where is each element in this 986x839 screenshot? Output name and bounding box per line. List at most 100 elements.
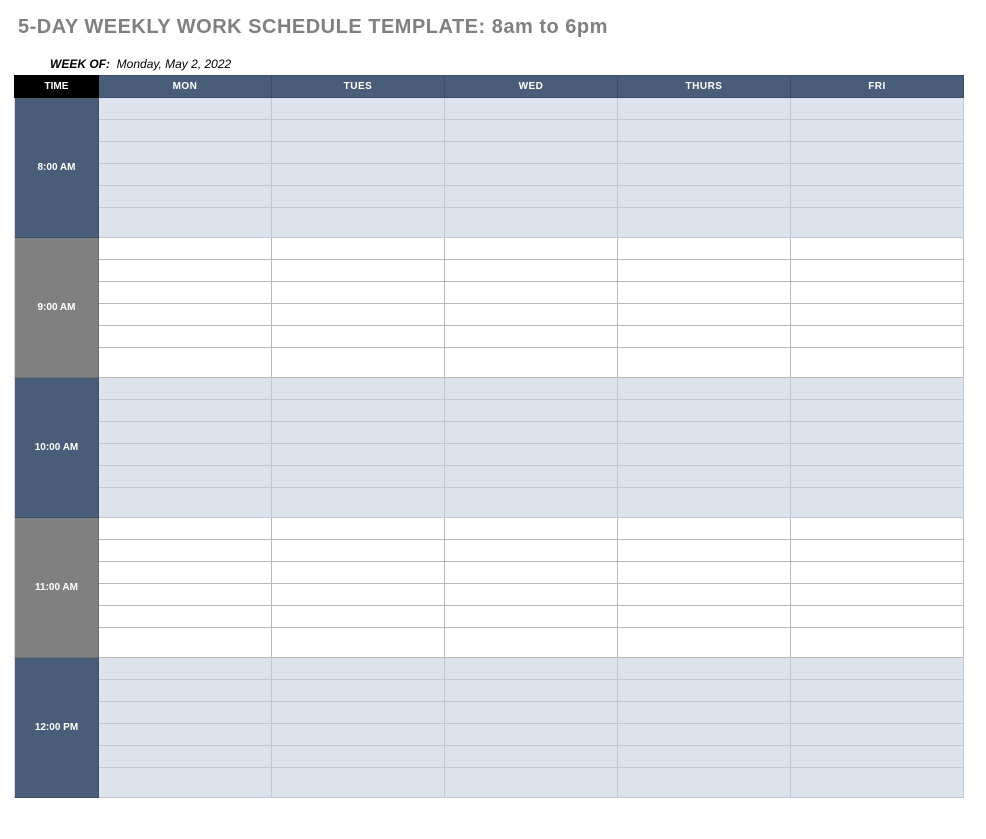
schedule-cell[interactable] [445,518,618,540]
schedule-cell[interactable] [618,584,791,606]
schedule-cell[interactable] [791,466,964,488]
schedule-cell[interactable] [272,658,445,680]
schedule-cell[interactable] [791,422,964,444]
schedule-cell[interactable] [445,98,618,120]
schedule-cell[interactable] [618,488,791,518]
schedule-cell[interactable] [618,658,791,680]
schedule-cell[interactable] [99,658,272,680]
schedule-cell[interactable] [445,768,618,798]
schedule-cell[interactable] [618,164,791,186]
schedule-cell[interactable] [618,768,791,798]
schedule-cell[interactable] [445,120,618,142]
schedule-cell[interactable] [791,724,964,746]
schedule-cell[interactable] [791,628,964,658]
schedule-cell[interactable] [272,326,445,348]
schedule-cell[interactable] [445,304,618,326]
schedule-cell[interactable] [99,628,272,658]
schedule-cell[interactable] [272,348,445,378]
schedule-cell[interactable] [99,348,272,378]
schedule-cell[interactable] [99,518,272,540]
schedule-cell[interactable] [445,326,618,348]
schedule-cell[interactable] [272,518,445,540]
schedule-cell[interactable] [445,488,618,518]
schedule-cell[interactable] [445,348,618,378]
schedule-cell[interactable] [272,562,445,584]
schedule-cell[interactable] [791,348,964,378]
schedule-cell[interactable] [791,746,964,768]
schedule-cell[interactable] [618,466,791,488]
schedule-cell[interactable] [99,142,272,164]
schedule-cell[interactable] [791,540,964,562]
schedule-cell[interactable] [791,488,964,518]
schedule-cell[interactable] [272,584,445,606]
schedule-cell[interactable] [445,142,618,164]
schedule-cell[interactable] [272,142,445,164]
schedule-cell[interactable] [618,304,791,326]
schedule-cell[interactable] [618,724,791,746]
schedule-cell[interactable] [445,606,618,628]
schedule-cell[interactable] [791,164,964,186]
schedule-cell[interactable] [99,680,272,702]
schedule-cell[interactable] [99,326,272,348]
schedule-cell[interactable] [99,562,272,584]
schedule-cell[interactable] [445,444,618,466]
schedule-cell[interactable] [272,628,445,658]
schedule-cell[interactable] [99,186,272,208]
schedule-cell[interactable] [618,348,791,378]
schedule-cell[interactable] [618,606,791,628]
schedule-cell[interactable] [99,238,272,260]
schedule-cell[interactable] [272,282,445,304]
schedule-cell[interactable] [791,680,964,702]
schedule-cell[interactable] [272,444,445,466]
schedule-cell[interactable] [618,628,791,658]
schedule-cell[interactable] [791,518,964,540]
schedule-cell[interactable] [272,304,445,326]
schedule-cell[interactable] [791,260,964,282]
schedule-cell[interactable] [791,98,964,120]
schedule-cell[interactable] [272,422,445,444]
schedule-cell[interactable] [618,120,791,142]
schedule-cell[interactable] [445,260,618,282]
schedule-cell[interactable] [791,658,964,680]
schedule-cell[interactable] [99,746,272,768]
schedule-cell[interactable] [445,378,618,400]
schedule-cell[interactable] [445,466,618,488]
schedule-cell[interactable] [99,488,272,518]
schedule-cell[interactable] [618,540,791,562]
schedule-cell[interactable] [445,746,618,768]
schedule-cell[interactable] [99,540,272,562]
schedule-cell[interactable] [272,208,445,238]
schedule-cell[interactable] [445,584,618,606]
schedule-cell[interactable] [272,466,445,488]
schedule-cell[interactable] [618,186,791,208]
schedule-cell[interactable] [445,238,618,260]
schedule-cell[interactable] [99,584,272,606]
schedule-cell[interactable] [618,282,791,304]
schedule-cell[interactable] [445,282,618,304]
schedule-cell[interactable] [618,326,791,348]
schedule-cell[interactable] [99,98,272,120]
schedule-cell[interactable] [791,768,964,798]
schedule-cell[interactable] [791,702,964,724]
schedule-cell[interactable] [445,208,618,238]
schedule-cell[interactable] [272,768,445,798]
schedule-cell[interactable] [272,378,445,400]
schedule-cell[interactable] [618,746,791,768]
schedule-cell[interactable] [445,422,618,444]
schedule-cell[interactable] [618,518,791,540]
schedule-cell[interactable] [618,422,791,444]
schedule-cell[interactable] [618,680,791,702]
schedule-cell[interactable] [99,304,272,326]
schedule-cell[interactable] [99,466,272,488]
schedule-cell[interactable] [272,260,445,282]
schedule-cell[interactable] [445,186,618,208]
schedule-cell[interactable] [618,142,791,164]
schedule-cell[interactable] [618,702,791,724]
schedule-cell[interactable] [791,186,964,208]
schedule-cell[interactable] [791,304,964,326]
schedule-cell[interactable] [272,98,445,120]
schedule-cell[interactable] [99,164,272,186]
schedule-cell[interactable] [445,540,618,562]
schedule-cell[interactable] [272,680,445,702]
schedule-cell[interactable] [618,444,791,466]
